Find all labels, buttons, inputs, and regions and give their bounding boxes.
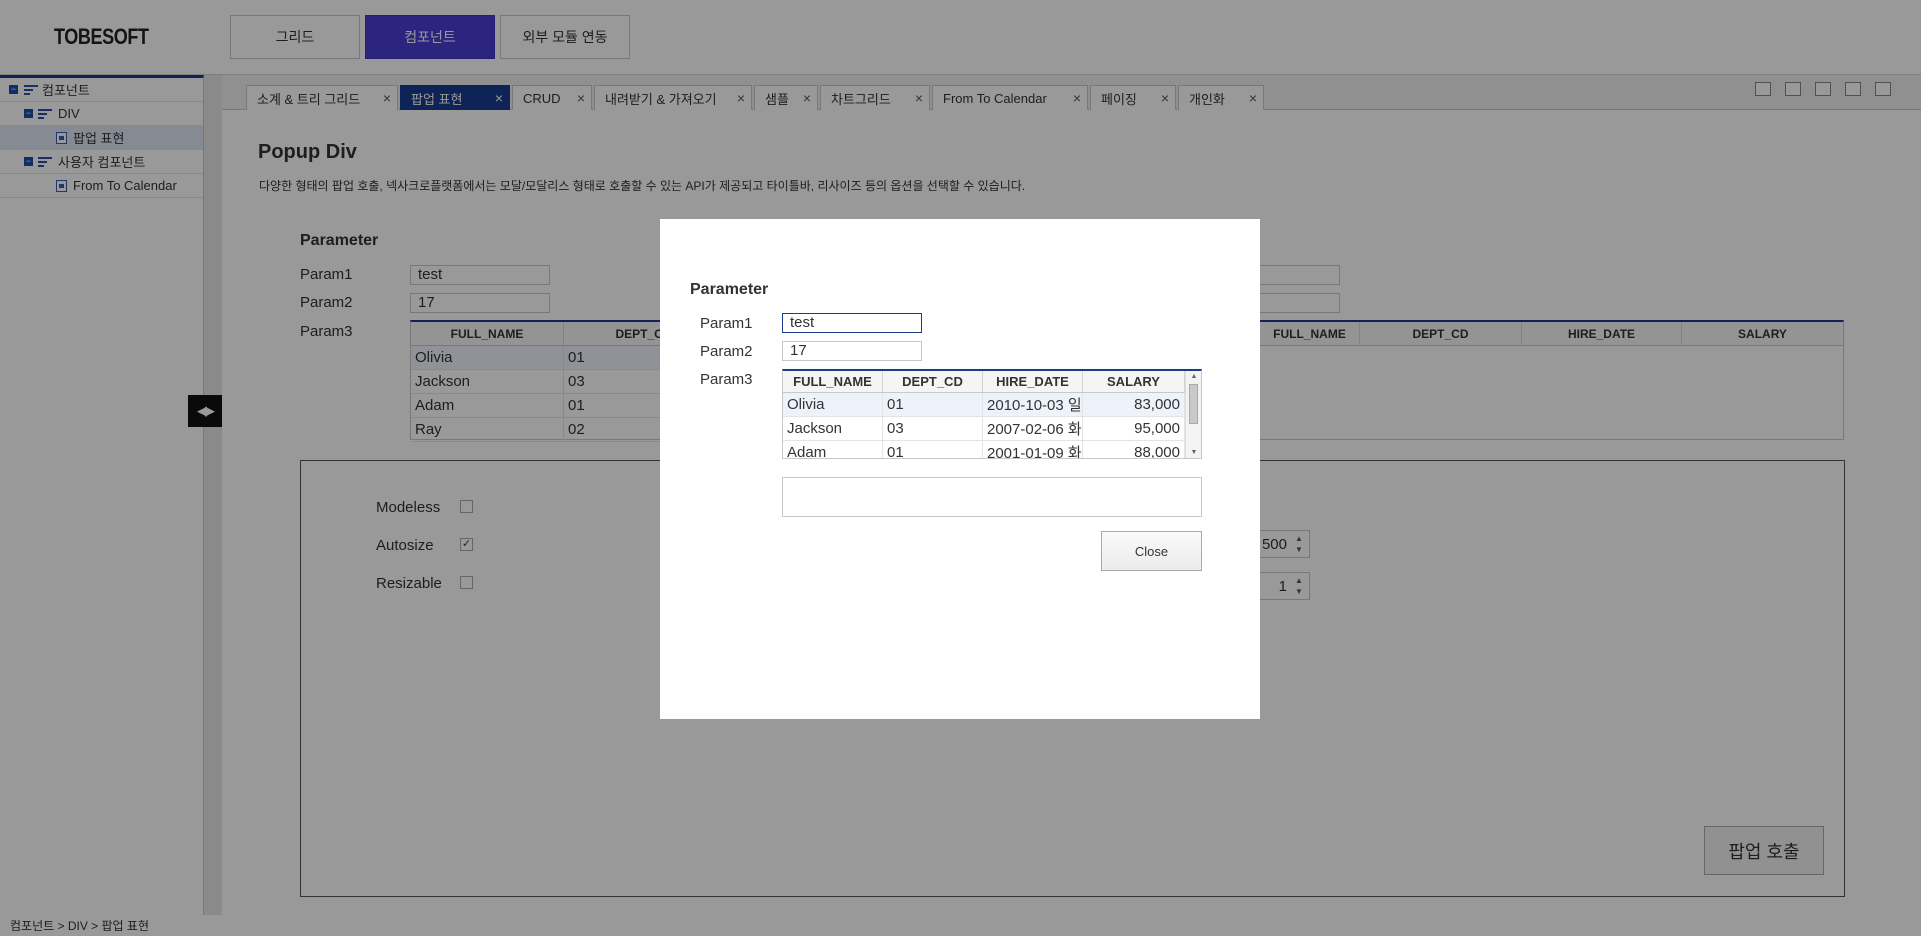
scroll-down-icon[interactable]: ▼ bbox=[1186, 447, 1201, 458]
modal-param3-label: Param3 bbox=[700, 371, 753, 388]
modal-parameter-title: Parameter bbox=[690, 281, 769, 298]
grid-cell[interactable]: 83,000 bbox=[1083, 393, 1185, 417]
grid-cell[interactable]: 2010-10-03 일 bbox=[983, 393, 1083, 417]
scroll-up-icon[interactable]: ▲ bbox=[1186, 371, 1201, 383]
grid-header[interactable]: FULL_NAME bbox=[783, 371, 883, 393]
grid-header[interactable]: DEPT_CD bbox=[883, 371, 983, 393]
modal-param2-label: Param2 bbox=[700, 343, 753, 360]
grid-cell[interactable]: 03 bbox=[883, 417, 983, 441]
grid-cell[interactable]: 2001-01-09 화 bbox=[983, 441, 1083, 458]
grid-cell[interactable]: Adam bbox=[783, 441, 883, 458]
modal-param2-field[interactable]: 17 bbox=[782, 341, 922, 361]
grid-header[interactable]: HIRE_DATE bbox=[983, 371, 1083, 393]
grid-cell[interactable]: Olivia bbox=[783, 393, 883, 417]
grid-cell[interactable]: Jackson bbox=[783, 417, 883, 441]
grid-cell[interactable]: 95,000 bbox=[1083, 417, 1185, 441]
modal-param1-label: Param1 bbox=[700, 315, 753, 332]
scroll-thumb[interactable] bbox=[1189, 384, 1198, 424]
modal-param3-grid[interactable]: FULL_NAME DEPT_CD HIRE_DATE SALARY Olivi… bbox=[782, 369, 1202, 459]
close-button[interactable]: Close bbox=[1101, 531, 1202, 571]
grid-cell[interactable]: 01 bbox=[883, 441, 983, 458]
grid-scrollbar[interactable]: ▲ ▼ bbox=[1185, 371, 1201, 458]
grid-cell[interactable]: 2007-02-06 화 bbox=[983, 417, 1083, 441]
modal-result-textarea[interactable] bbox=[782, 477, 1202, 517]
modal-param1-field[interactable]: test bbox=[782, 313, 922, 333]
grid-cell[interactable]: 01 bbox=[883, 393, 983, 417]
grid-header[interactable]: SALARY bbox=[1083, 371, 1185, 393]
grid-cell[interactable]: 88,000 bbox=[1083, 441, 1185, 458]
popup-dialog: Parameter Param1 test Param2 17 Param3 F… bbox=[660, 219, 1260, 719]
